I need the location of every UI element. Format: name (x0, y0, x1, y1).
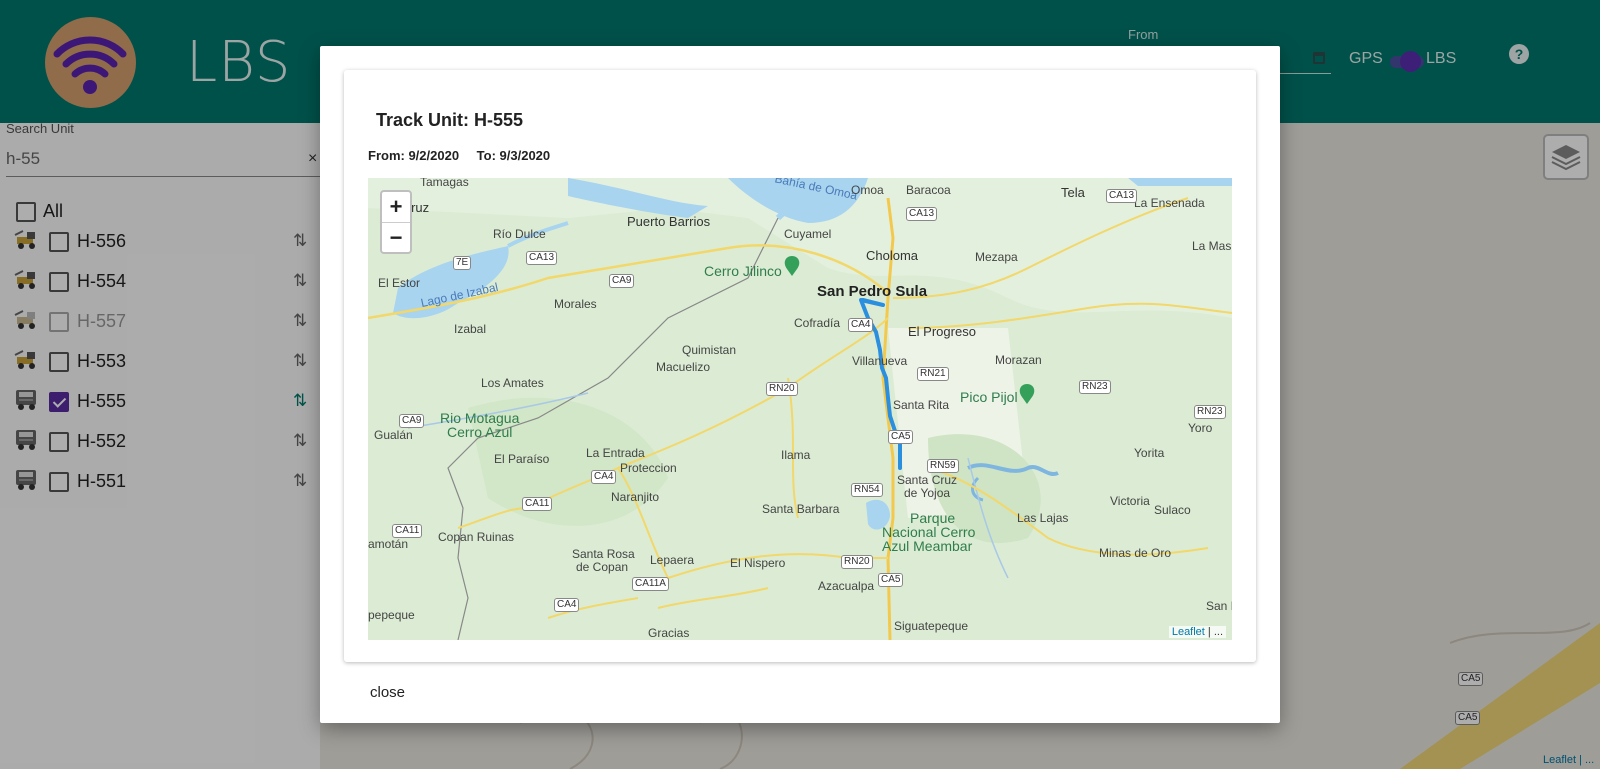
road-shield: RN59 (927, 459, 959, 473)
track-map[interactable]: Tamagas nta Cruz Río Dulce El Estor Lago… (368, 178, 1232, 640)
map-label: Gracias (648, 626, 690, 640)
map-label: pepeque (368, 608, 415, 622)
map-label: Cofradía (794, 316, 841, 330)
map-label: de Copan (576, 560, 629, 574)
map-label: Azacualpa (818, 579, 875, 593)
map-label: Cuyamel (784, 227, 832, 241)
map-label: Baracoa (906, 183, 951, 197)
map-label: Santa Cruz (897, 473, 958, 487)
leaflet-link[interactable]: Leaflet (1172, 626, 1205, 638)
road-shield: CA11 (522, 497, 553, 511)
map-label: La Entrada (586, 446, 645, 460)
map-label: Las Lajas (1017, 511, 1069, 525)
map-label: Gualán (374, 428, 413, 442)
map-label: Morales (554, 297, 597, 311)
road-shield: CA13 (1106, 189, 1138, 203)
road-shield: CA5 (878, 573, 904, 587)
map-label: Izabal (454, 322, 487, 336)
road-shield: RN20 (841, 555, 873, 569)
map-label: Villanueva (852, 354, 908, 368)
map-label: de Yojoa (904, 486, 951, 500)
road-shield: RN23 (1079, 380, 1111, 394)
zoom-in-button[interactable]: + (382, 192, 410, 222)
map-label: Naranjito (611, 490, 660, 504)
road-shield: CA4 (591, 470, 617, 484)
road-shield: RN54 (851, 483, 883, 497)
map-label: Río Dulce (493, 227, 546, 241)
road-shield: CA11 (392, 524, 423, 538)
map-label: Choloma (866, 248, 919, 263)
map-label: Macuelizo (656, 360, 711, 374)
map-label: Mezapa (975, 250, 1018, 264)
map-label: Tamagas (420, 178, 469, 189)
map-label: San Pedro Sula (817, 283, 928, 300)
map-label: Azul Meambar (882, 538, 973, 554)
road-shield: CA4 (848, 318, 874, 332)
map-label: Morazan (995, 353, 1042, 367)
map-label: Los Amates (481, 376, 544, 390)
road-shield: CA4 (554, 598, 580, 612)
map-label: amotán (368, 537, 409, 551)
road-shield: 7E (453, 256, 472, 270)
map-label: Cerro Azul (447, 424, 513, 440)
map-label: Copan Ruinas (438, 530, 515, 544)
map-label: El Estor (378, 276, 421, 290)
map-label: La Masic (1192, 239, 1232, 253)
from-date-text: From: 9/2/2020 (368, 148, 460, 163)
road-shield: RN21 (917, 367, 949, 381)
map-label: San I (1206, 599, 1232, 613)
road-shield: CA13 (526, 251, 558, 265)
map-label: Sulaco (1154, 503, 1191, 517)
road-shield: RN23 (1194, 405, 1226, 419)
map-label: El Nispero (730, 556, 786, 570)
road-shield: CA9 (399, 414, 425, 428)
map-label: Victoria (1110, 494, 1150, 508)
zoom-out-button[interactable]: − (382, 222, 410, 252)
map-label: Ilama (781, 448, 811, 462)
map-label: Lepaera (650, 553, 695, 567)
road-shield: CA5 (888, 430, 914, 444)
map-label: El Paraíso (494, 452, 550, 466)
map-label: Quimistan (682, 343, 737, 357)
map-attribution: Leaflet | ... (1168, 626, 1226, 638)
close-button[interactable]: close (370, 684, 405, 701)
map-label: Santa Barbara (762, 502, 840, 516)
map-label: Santa Rita (893, 398, 950, 412)
map-label: Pico Pijol (960, 389, 1018, 405)
map-label: Proteccion (620, 461, 677, 475)
track-card: Track Unit: H-555 From: 9/2/2020 To: 9/3… (344, 70, 1256, 662)
road-shield: RN20 (766, 382, 798, 396)
road-shield: CA9 (609, 274, 635, 288)
road-shield: CA11A (632, 577, 669, 591)
map-label: Yoro (1188, 421, 1213, 435)
road-shield: CA13 (906, 207, 938, 221)
map-label: Yorita (1134, 446, 1165, 460)
track-unit-dialog: Track Unit: H-555 From: 9/2/2020 To: 9/3… (320, 46, 1280, 723)
map-label: Minas de Oro (1099, 546, 1172, 560)
dialog-title: Track Unit: H-555 (376, 110, 524, 130)
map-label: La Ensenada (1134, 196, 1205, 210)
map-label: Siguatepeque (894, 619, 969, 633)
map-label: El Progreso (908, 324, 976, 339)
map-label: Tela (1061, 185, 1085, 200)
zoom-control: + − (380, 190, 412, 254)
map-label: Cerro Jilinco (704, 263, 782, 279)
map-label: Puerto Barrios (627, 214, 711, 229)
map-label: Santa Rosa (572, 547, 635, 561)
map-label: Omoa (851, 183, 884, 197)
date-range: From: 9/2/2020 To: 9/3/2020 (368, 148, 550, 163)
attribution-rest: | ... (1204, 626, 1223, 638)
to-date-text: To: 9/3/2020 (476, 148, 551, 163)
